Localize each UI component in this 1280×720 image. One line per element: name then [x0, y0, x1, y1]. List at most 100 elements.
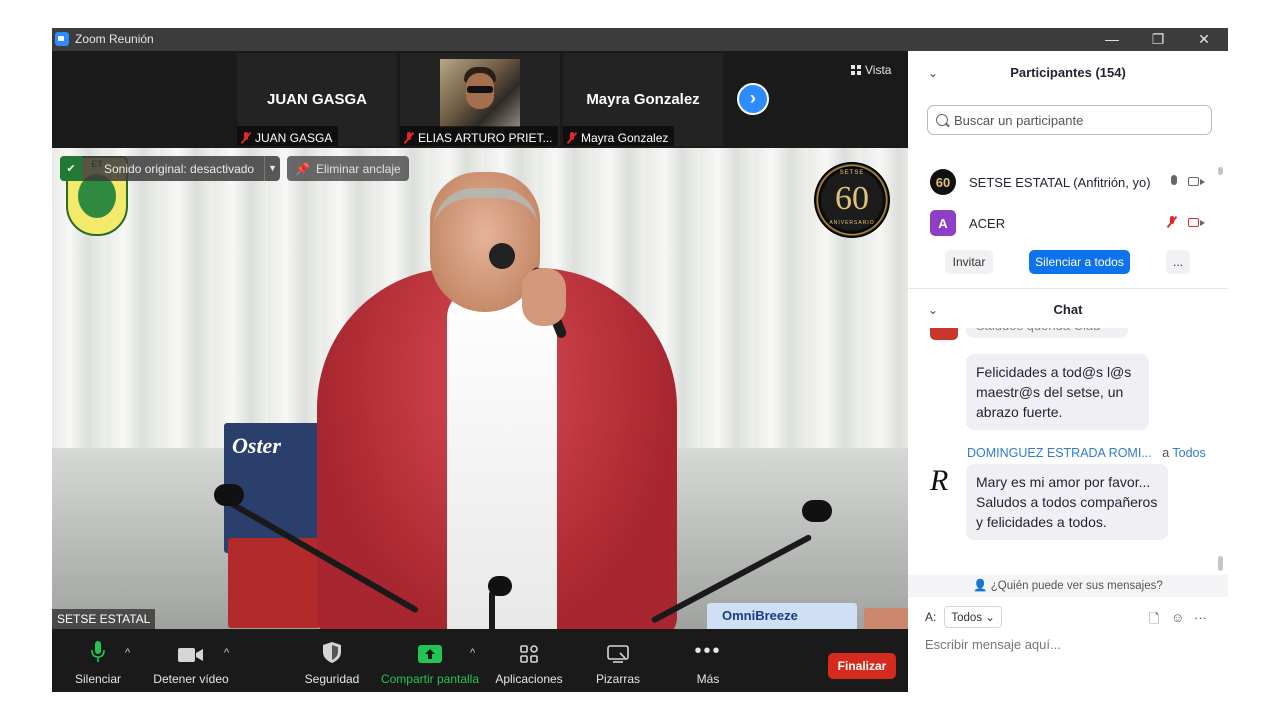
chevron-down-icon[interactable]: ▼ — [264, 156, 280, 181]
chevron-up-icon[interactable]: ^ — [125, 647, 130, 659]
search-placeholder: Buscar un participante — [954, 112, 1084, 128]
thumbnail-label-text: Mayra Gonzalez — [581, 130, 669, 145]
avatar: R — [930, 464, 949, 497]
chat-to-label: A: — [925, 610, 937, 624]
thumbnail-juan-gasga[interactable]: JUAN GASGA JUAN GASGA — [237, 53, 397, 146]
thumbnail-label-text: ELIAS ARTURO PRIET... — [418, 130, 553, 145]
avatar — [930, 328, 958, 340]
end-meeting-button[interactable]: Finalizar — [828, 653, 896, 679]
apps-button[interactable]: Aplicaciones — [492, 629, 566, 692]
apps-label: Aplicaciones — [495, 672, 563, 686]
zoom-window: Zoom Reunión — ❐ ✕ JUAN GASGA JUAN GASGA… — [52, 28, 1228, 692]
video-area: JUAN GASGA JUAN GASGA ELIAS ARTURO PRIET… — [52, 51, 908, 692]
chat-recipient-select[interactable]: Todos ⌄ — [944, 606, 1002, 628]
chat-message-partial: Saludos querida Clau — [966, 328, 1128, 338]
handheld-mic — [489, 243, 515, 269]
mic-muted-icon[interactable] — [1167, 216, 1183, 230]
emoji-icon[interactable]: ☺ — [1171, 610, 1184, 625]
original-sound-toggle[interactable]: ✔ Sonido original: desactivado ▼ — [60, 156, 281, 181]
person-hand — [864, 608, 908, 629]
share-screen-label: Compartir pantalla — [380, 672, 480, 686]
mic-stand-center — [489, 591, 495, 629]
thumbnail-strip: JUAN GASGA JUAN GASGA ELIAS ARTURO PRIET… — [52, 51, 908, 148]
security-label: Seguridad — [304, 672, 360, 686]
file-icon[interactable]: 🗋 — [1149, 610, 1159, 632]
participant-name: SETSE ESTATAL (Anfitrión, yo) — [969, 174, 1151, 190]
more-label: Más — [696, 672, 720, 686]
avatar: 60 — [930, 169, 956, 195]
thumbnail-label-text: JUAN GASGA — [255, 130, 333, 145]
video-camera-icon[interactable] — [1188, 174, 1205, 188]
window-title: Zoom Reunión — [75, 32, 154, 46]
mic-head-right — [802, 500, 832, 522]
participants-header: ⌄ Participantes (154) — [908, 54, 1228, 92]
logo-60-bottom-text: ANIVERSARIO — [829, 220, 875, 226]
participants-scrollbar[interactable] — [1218, 167, 1223, 175]
chevron-up-icon[interactable]: ^ — [224, 647, 229, 659]
product-box-red — [228, 538, 320, 628]
more-options-icon[interactable]: ··· — [1194, 610, 1207, 625]
share-screen-button[interactable]: Compartir pantalla — [378, 629, 482, 692]
thumbnail-mayra-gonzalez[interactable]: Mayra Gonzalez Mayra Gonzalez — [563, 53, 723, 146]
whiteboard-icon — [607, 645, 629, 663]
next-page-button[interactable]: › — [737, 83, 769, 115]
shield-icon: ✔ — [60, 156, 82, 181]
view-button[interactable]: Vista — [851, 63, 891, 77]
chat-sender-name: DOMINGUEZ ESTRADA ROMI... — [967, 446, 1152, 460]
thumbnail-label: Mayra Gonzalez — [563, 126, 675, 146]
chevron-down-icon[interactable]: ⌄ — [928, 291, 938, 329]
anniversary-60-logo: SETSE 60 ANIVERSARIO — [814, 162, 890, 238]
chat-title: Chat — [1053, 302, 1083, 317]
chevron-down-icon[interactable]: ⌄ — [928, 54, 938, 92]
mute-all-button[interactable]: Silenciar a todos — [1029, 250, 1130, 274]
unpin-button[interactable]: 📌 Eliminar anclaje — [287, 156, 409, 181]
chat-message: Mary es mi amor por favor... Saludos a t… — [966, 464, 1168, 540]
thumbnail-big-name: Mayra Gonzalez — [586, 91, 700, 108]
panel-divider — [908, 288, 1228, 289]
video-off-icon[interactable] — [1188, 215, 1205, 229]
original-sound-label: Sonido original: desactivado — [104, 161, 255, 176]
who-can-see-messages[interactable]: 👤 ¿Quién puede ver sus mensajes? — [908, 575, 1228, 597]
security-button[interactable]: Seguridad — [304, 629, 360, 692]
participants-more-button[interactable]: ... — [1166, 250, 1190, 274]
chat-header: ⌄ Chat — [908, 291, 1228, 329]
thumbnail-elias-arturo[interactable]: ELIAS ARTURO PRIET... — [400, 53, 560, 146]
more-button[interactable]: ••• Más — [680, 629, 736, 692]
chat-scrollbar[interactable] — [1218, 556, 1223, 571]
participant-row[interactable]: 60 SETSE ESTATAL (Anfitrión, yo) — [908, 167, 1218, 197]
minimize-button[interactable]: — — [1089, 28, 1135, 51]
chat-messages: Saludos querida Clau Felicidades a tod@s… — [908, 328, 1218, 573]
whiteboards-label: Pizarras — [595, 672, 640, 686]
omnibreeze-brand-text: OmniBreeze — [722, 608, 798, 623]
participant-search-input[interactable]: Buscar un participante — [927, 105, 1212, 135]
share-screen-icon — [418, 645, 442, 663]
grid-view-icon — [851, 65, 861, 75]
mute-button[interactable]: Silenciar — [70, 629, 126, 692]
participant-row[interactable]: A ACER — [908, 208, 1218, 238]
view-button-label: Vista — [865, 63, 892, 77]
logo-60-top-text: SETSE — [839, 170, 865, 176]
meeting-toolbar: Silenciar ^ Detener vídeo ^ Seguridad Co… — [52, 629, 908, 692]
mic-head-left — [214, 484, 244, 506]
logo-60-number: 60 — [835, 180, 869, 217]
who-can-see-label: ¿Quién puede ver sus mensajes? — [990, 580, 1163, 592]
thumbnail-label: ELIAS ARTURO PRIET... — [400, 126, 559, 146]
pin-icon: 📌 — [295, 161, 310, 176]
chat-to-target: Todos — [1172, 446, 1206, 460]
invite-button[interactable]: Invitar — [945, 250, 993, 274]
microphone-icon[interactable] — [1167, 175, 1183, 189]
more-dots-icon: ••• — [694, 640, 722, 662]
chat-input[interactable]: Escribir mensaje aquí... — [925, 637, 1061, 652]
oster-brand-text: Oster — [232, 433, 281, 458]
mic-muted-icon — [404, 131, 414, 144]
whiteboards-button[interactable]: Pizarras — [590, 629, 646, 692]
chat-sender: DOMINGUEZ ESTRADA ROMI... a Todos — [967, 446, 1206, 460]
chevron-up-icon[interactable]: ^ — [470, 647, 475, 659]
restore-button[interactable]: ❐ — [1135, 28, 1181, 51]
stop-video-label: Detener vídeo — [153, 672, 229, 686]
speaker-hand — [522, 268, 566, 326]
stop-video-button[interactable]: Detener vídeo — [150, 629, 232, 692]
unpin-label: Eliminar anclaje — [315, 161, 401, 176]
close-button[interactable]: ✕ — [1181, 28, 1227, 51]
title-bar: Zoom Reunión — ❐ ✕ — [52, 28, 1228, 51]
